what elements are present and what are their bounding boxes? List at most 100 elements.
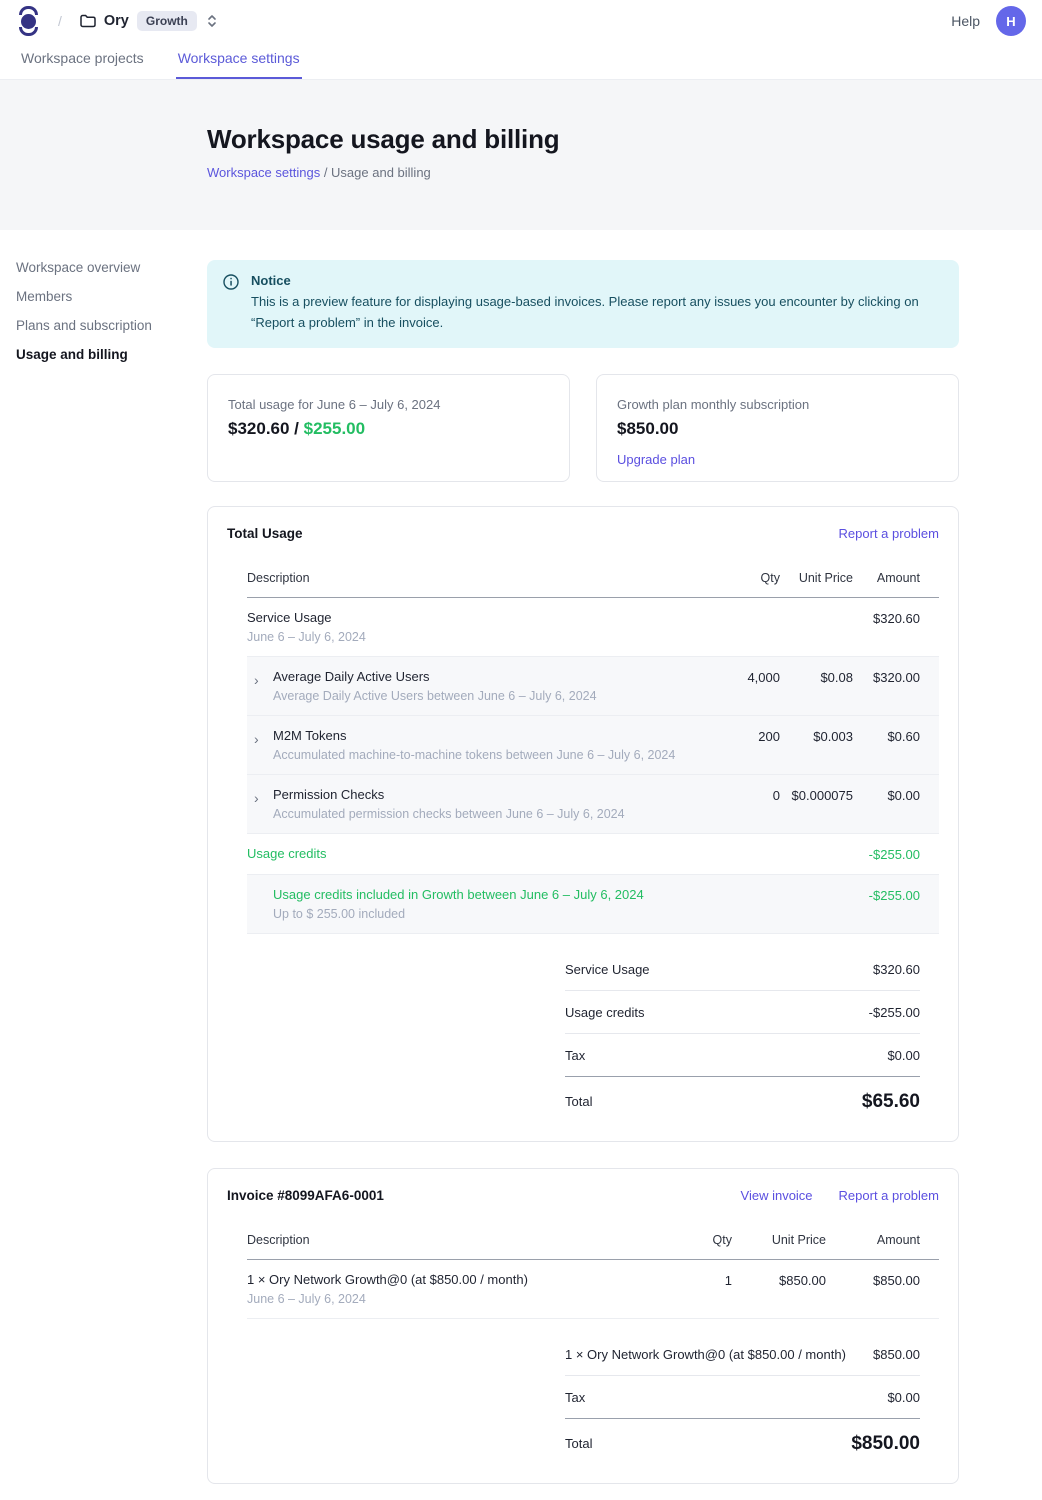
row-unit-price: $0.003 [780,728,853,744]
tab-workspace-settings[interactable]: Workspace settings [176,42,302,79]
col-qty: Qty [700,571,780,585]
row-unit-price: $0.000075 [780,787,853,803]
row-title: Average Daily Active Users [273,669,700,684]
report-problem-link[interactable]: Report a problem [839,1188,939,1203]
breadcrumb: Workspace settings / Usage and billing [207,165,1042,180]
user-avatar[interactable]: H [996,6,1026,36]
usage-table-header: Description Qty Unit Price Amount [247,561,939,598]
summary-total-row: Total $850.00 [565,1419,920,1461]
summary-total-row: Total $65.60 [565,1077,920,1119]
invoice-summary: 1 × Ory Network Growth@0 (at $850.00 / m… [565,1333,920,1461]
usage-card-title: Total Usage [227,526,303,541]
tab-workspace-projects[interactable]: Workspace projects [19,42,146,79]
usage-credit-amount: $255.00 [304,419,365,438]
page-header: Workspace usage and billing Workspace se… [0,80,1042,230]
info-icon [223,274,239,334]
total-usage-label: Total usage for June 6 – July 6, 2024 [228,397,549,412]
settings-sidebar: Workspace overview Members Plans and sub… [0,260,207,1500]
summary-value: -$255.00 [869,1005,920,1020]
summary-value: $320.60 [873,962,920,977]
main-content: Notice This is a preview feature for dis… [207,260,959,1500]
row-qty: 0 [700,787,780,803]
preview-notice: Notice This is a preview feature for dis… [207,260,959,348]
summary-label: Tax [565,1390,585,1405]
row-qty: 200 [700,728,780,744]
view-invoice-link[interactable]: View invoice [741,1188,813,1203]
chevron-right-icon[interactable]: › [247,669,273,688]
summary-row-tax: Tax $0.00 [565,1376,920,1419]
breadcrumb-separator: / [320,165,331,180]
subscription-amount: $850.00 [617,419,938,439]
row-amount: $320.60 [853,610,920,626]
upgrade-plan-link[interactable]: Upgrade plan [617,452,695,467]
col-description: Description [247,571,700,585]
chevron-right-icon[interactable]: › [247,787,273,806]
row-title: Usage credits included in Growth between… [273,887,700,902]
subscription-label: Growth plan monthly subscription [617,397,938,412]
folder-icon [80,14,96,28]
top-bar: / Ory Growth Help H [0,0,1042,42]
row-amount: $320.00 [853,669,920,685]
row-amount: $850.00 [826,1272,920,1288]
chevron-right-icon[interactable]: › [247,728,273,747]
row-amount: $0.60 [853,728,920,744]
page-title: Workspace usage and billing [207,124,1042,155]
col-amount: Amount [853,571,920,585]
summary-value: $0.00 [887,1048,920,1063]
plan-badge: Growth [137,11,197,31]
table-row-usage-credits: Usage credits -$255.00 [247,834,939,875]
total-usage-amount: $320.60 / $255.00 [228,419,549,439]
row-subtitle: June 6 – July 6, 2024 [247,1292,672,1306]
summary-label: Service Usage [565,962,650,977]
total-value: $850.00 [851,1433,920,1455]
invoice-table-header: Description Qty Unit Price Amount [247,1223,939,1260]
col-description: Description [247,1233,672,1247]
total-label: Total [565,1094,592,1109]
total-label: Total [565,1436,592,1451]
row-subtitle: Accumulated permission checks between Ju… [273,807,700,821]
row-subtitle: Average Daily Active Users between June … [273,689,700,703]
workspace-name: Ory [104,13,129,29]
notice-body: This is a preview feature for displaying… [251,292,941,334]
sidebar-item-members[interactable]: Members [16,289,207,304]
summary-value: $0.00 [887,1390,920,1405]
subscription-summary-card: Growth plan monthly subscription $850.00… [596,374,959,482]
row-subtitle: Accumulated machine-to-machine tokens be… [273,748,700,762]
workspace-tabs: Workspace projects Workspace settings [0,42,1042,80]
row-amount: $0.00 [853,787,920,803]
workspace-switcher[interactable]: Ory Growth [80,11,217,31]
chevron-updown-icon[interactable] [207,14,217,28]
summary-row-growth-plan: 1 × Ory Network Growth@0 (at $850.00 / m… [565,1333,920,1376]
help-link[interactable]: Help [951,13,980,29]
summary-label: Usage credits [565,1005,644,1020]
sidebar-item-workspace-overview[interactable]: Workspace overview [16,260,207,275]
sidebar-item-plans-and-subscription[interactable]: Plans and subscription [16,318,207,333]
ory-logo-icon[interactable] [16,6,42,36]
row-amount: -$255.00 [853,887,920,903]
row-qty: 4,000 [700,669,780,685]
breadcrumb-current: Usage and billing [331,165,431,180]
invoice-title: Invoice #8099AFA6-0001 [227,1188,384,1203]
table-row-usage-credits-included: Usage credits included in Growth between… [247,875,939,934]
row-title: Usage credits [247,846,700,861]
total-usage-card: Total Usage Report a problem Description… [207,506,959,1142]
summary-row-service-usage: Service Usage $320.60 [565,948,920,991]
row-title: Service Usage [247,610,700,625]
table-row-permission-checks: › Permission Checks Accumulated permissi… [247,775,939,834]
usage-table: Description Qty Unit Price Amount Servic… [247,561,939,934]
row-subtitle: June 6 – July 6, 2024 [247,630,700,644]
row-subtitle: Up to $ 255.00 included [273,907,700,921]
col-qty: Qty [672,1233,732,1247]
breadcrumb-workspace-settings-link[interactable]: Workspace settings [207,165,320,180]
table-row-average-daily-active-users: › Average Daily Active Users Average Dai… [247,657,939,716]
table-row-service-usage: Service Usage June 6 – July 6, 2024 $320… [247,598,939,657]
col-amount: Amount [826,1233,920,1247]
breadcrumb-separator: / [58,13,62,29]
notice-title: Notice [251,273,941,288]
summary-label: Tax [565,1048,585,1063]
report-problem-link[interactable]: Report a problem [839,526,939,541]
row-amount: -$255.00 [853,846,920,862]
sidebar-item-usage-and-billing[interactable]: Usage and billing [16,347,207,362]
row-unit-price: $0.08 [780,669,853,685]
invoice-card: Invoice #8099AFA6-0001 View invoice Repo… [207,1168,959,1484]
